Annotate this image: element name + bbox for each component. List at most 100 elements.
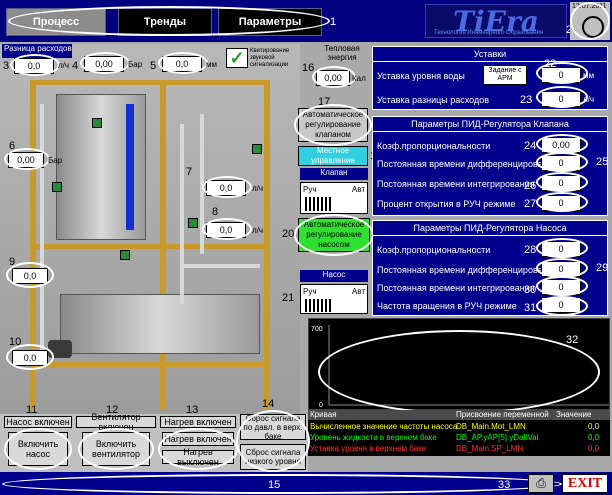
callout-number: 30 <box>524 284 537 296</box>
date-text: 12.07.2011 <box>572 3 607 10</box>
legend-value: 0,0 <box>588 444 600 453</box>
level-gauge <box>126 104 134 230</box>
flow1-value: 0,0 <box>206 180 246 196</box>
callout-number: 6 <box>9 140 16 152</box>
trend-chart: 700 0 <box>308 318 610 410</box>
frame-beam <box>30 362 270 367</box>
pipe <box>180 124 184 304</box>
unit-label: л/ч <box>583 95 595 104</box>
setpoints-title: Уставки <box>373 47 607 62</box>
callout-number: 4 <box>72 60 79 72</box>
legend-curve-name: Вычисленное значение частоты насоса <box>310 422 458 431</box>
tab-params[interactable]: Параметры <box>218 8 322 36</box>
flow-diff-value: 0,0 <box>14 58 54 74</box>
unit-label: мм <box>206 60 217 69</box>
pump-td-input[interactable]: 0 <box>541 261 581 277</box>
clock-widget: 12.07.2011 <box>570 2 610 40</box>
callout-number: 10 <box>9 336 22 348</box>
valve-kp-input[interactable]: 0,00 <box>541 137 581 153</box>
frame-beam <box>30 244 270 249</box>
unit-label: Кал <box>352 74 366 83</box>
legend-col-var: Присвоение переменной <box>456 410 549 419</box>
callout-number: 9 <box>9 256 16 268</box>
manual-label: Руч <box>303 287 317 296</box>
switch-track <box>305 197 333 211</box>
heater-status: Нагрев включен <box>160 416 236 428</box>
legend-value: 0,0 <box>588 422 600 431</box>
enable-pump-button[interactable]: Включить насос <box>8 432 68 466</box>
legend-value: 0,0 <box>588 433 600 442</box>
legend-curve-name: Уставка уровня в верхнем баке <box>310 444 427 453</box>
callout-number: 16 <box>302 62 315 74</box>
pump <box>48 340 72 358</box>
td-label: Постоянная времени дифференцирования <box>377 265 558 275</box>
legend-row[interactable]: Уставка уровня в верхнем баке DB_Main.SP… <box>308 444 610 454</box>
sensor <box>120 250 130 260</box>
legend-row[interactable]: Уровень жидкости в верхнем баке DB_AP.yA… <box>308 433 610 443</box>
reset-low-level-button[interactable]: Сброс сигнала низкого уровня <box>240 444 306 470</box>
callout-number: 15 <box>268 479 281 491</box>
heater-off-button[interactable]: Нагрев выключен <box>162 447 234 467</box>
pump-status: Насос включен <box>4 416 72 428</box>
trend-legend: Кривая Присвоение переменной Значение Вы… <box>308 410 610 456</box>
heat-label: Тепловая энергия <box>324 44 360 62</box>
setpoints-panel: Уставки Уставка уровня воды Задание с АР… <box>372 46 608 110</box>
kp-label: Коэф.пропорциональности <box>377 141 491 151</box>
lower-value-1: 0,0 <box>12 268 48 284</box>
valve-manual-open-input[interactable]: 0 <box>541 195 581 211</box>
logo-subtitle: Технология Инженерного Образования <box>434 30 544 36</box>
callout-number: 8 <box>212 206 219 218</box>
auto-label: Авт <box>351 185 365 194</box>
pump-ti-input[interactable]: 0 <box>541 279 581 295</box>
logo: TiEra Технология Инженерного Образования <box>425 4 567 38</box>
legend-variable: DB_Main.Mot_LMN <box>456 422 526 431</box>
pump-kp-input[interactable]: 0 <box>541 241 581 257</box>
sensor <box>188 218 198 228</box>
legend-variable: DB_AP.yAP[5].yDaltVal <box>456 433 539 442</box>
lower-tank <box>60 294 260 354</box>
pressure2-value: 0,00 <box>8 152 44 168</box>
exit-button[interactable]: EXIT <box>562 474 608 493</box>
callout-number: 25 <box>596 156 609 168</box>
frame-beam <box>30 80 270 85</box>
level-top-value: 0,00 <box>84 56 124 72</box>
reset-pressure-button[interactable]: Сброс сигнала по давл. в верх. баке <box>240 414 306 441</box>
sensor <box>252 144 262 154</box>
callout-number: 21 <box>282 292 295 304</box>
pipe <box>180 264 260 268</box>
sensor <box>52 182 62 192</box>
auto-valve-button[interactable]: Автоматическое регулирование клапаном <box>298 108 368 142</box>
tab-process[interactable]: Процесс <box>6 8 106 36</box>
local-control-button[interactable]: Местное управление <box>298 146 368 166</box>
valve-td-input[interactable]: 0 <box>541 155 581 171</box>
y-tick-label: 700 <box>311 326 323 333</box>
pump-title: Насос <box>300 270 368 282</box>
callout-number: 31 <box>524 302 537 314</box>
callout-number: 14 <box>262 398 275 410</box>
y-tick-label: 0 <box>319 402 323 409</box>
valve-title: Клапан <box>300 168 368 180</box>
legend-col-curve: Кривая <box>310 410 337 419</box>
flow2-value: 0,0 <box>206 222 246 238</box>
legend-row[interactable]: Вычисленное значение частоты насоса DB_M… <box>308 422 610 432</box>
pump-mode-switch[interactable]: Руч Авт <box>300 284 368 314</box>
tab-trends[interactable]: Тренды <box>118 8 212 36</box>
auto-pump-button[interactable]: Автоматическое регулирование насосом <box>298 218 370 252</box>
flow-diff-input[interactable]: 0 <box>541 91 581 107</box>
pump-manual-speed-input[interactable]: 0 <box>541 297 581 313</box>
valve-ti-input[interactable]: 0 <box>541 175 581 191</box>
kvit-checkbox[interactable]: ✓ <box>226 48 248 68</box>
unit-label: л/ч <box>252 184 264 193</box>
switch-track <box>305 299 333 312</box>
arm-setpoint-button[interactable]: Задание с АРМ <box>483 65 527 85</box>
heater-on-button[interactable]: Нагрев включен <box>162 432 234 446</box>
td-label: Постоянная времени дифференцирования <box>377 159 558 169</box>
manual-open-label: Процент открытия в РУЧ режиме <box>377 199 516 209</box>
callout-number: 26 <box>524 180 537 192</box>
manual-label: Руч <box>303 185 317 194</box>
enable-fan-button[interactable]: Включить вентилятор <box>82 432 150 466</box>
callout-number: 23 <box>520 94 533 106</box>
valve-mode-switch[interactable]: Руч Авт <box>300 182 368 214</box>
printer-icon[interactable]: ⎙ <box>528 474 554 493</box>
callout-number: 1 <box>330 16 337 28</box>
